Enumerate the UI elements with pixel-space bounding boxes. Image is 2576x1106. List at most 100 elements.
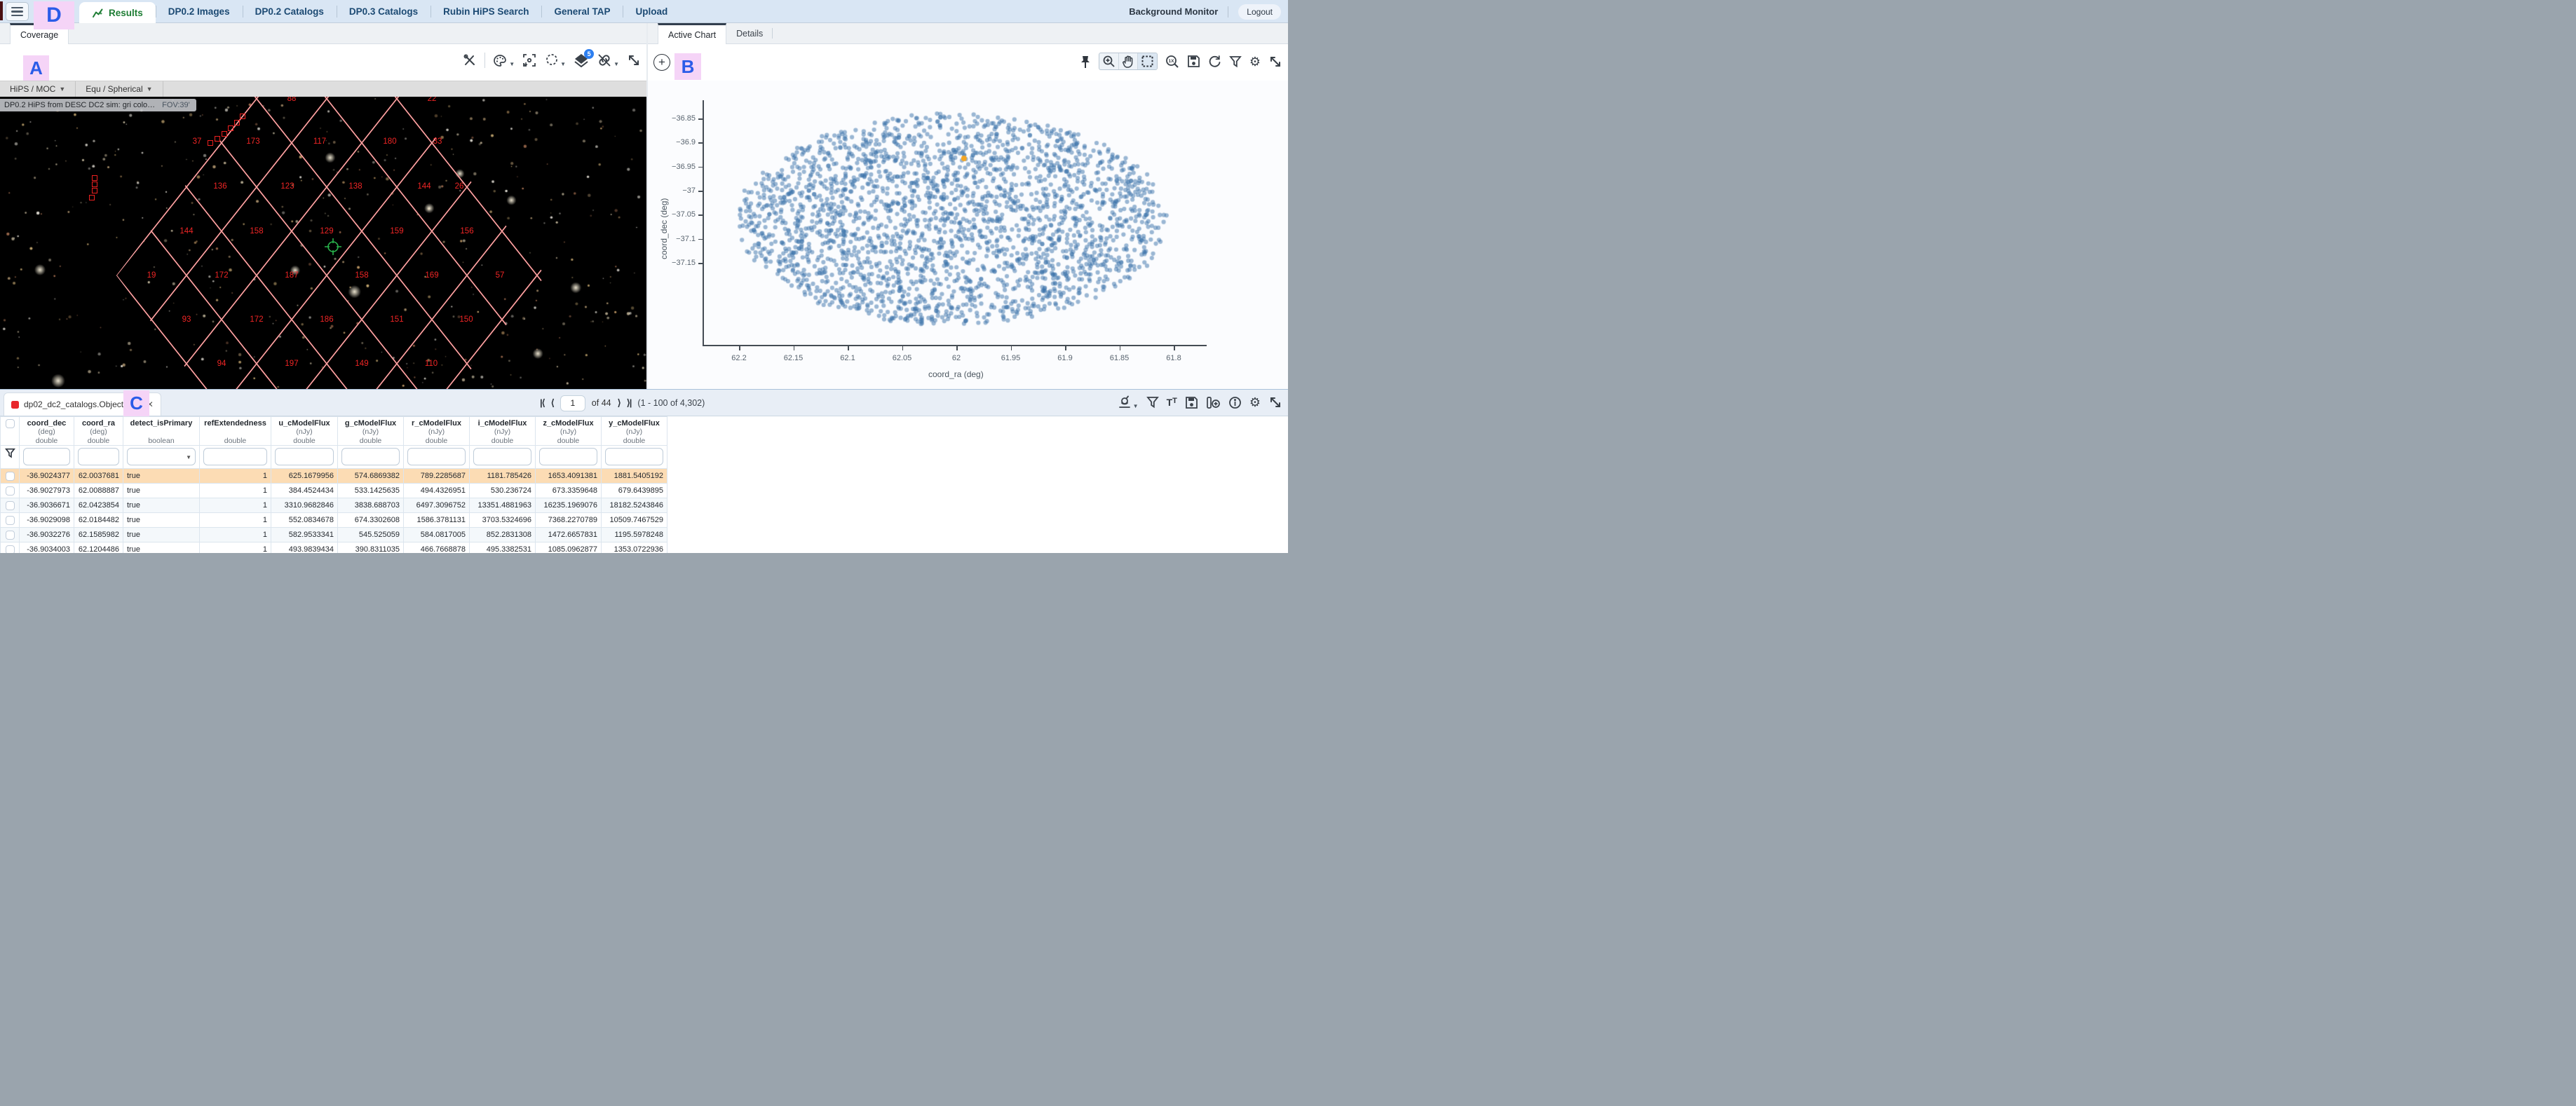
x-tick-label: 61.95 [1001, 354, 1021, 362]
row-checkbox[interactable] [6, 531, 15, 540]
save-icon[interactable] [1185, 396, 1198, 409]
filter-input-z_cModelFlux[interactable] [539, 448, 597, 465]
cell-coord_ra: 62.1204486 [74, 542, 123, 554]
column-header-coord_dec[interactable]: coord_dec(deg)double [20, 417, 74, 446]
pin-icon[interactable] [1080, 55, 1091, 69]
next-page-button[interactable]: ⟩ [618, 397, 621, 409]
nav-tab-upload[interactable]: Upload [623, 0, 680, 23]
nav-tab-dp0-2-images[interactable]: DP0.2 Images [156, 0, 243, 23]
nav-tab-label: General TAP [554, 6, 610, 17]
row-checkbox[interactable] [6, 472, 15, 481]
nav-tab-general-tap[interactable]: General TAP [541, 0, 623, 23]
gear-icon[interactable]: ⚙ [1249, 55, 1261, 68]
cell-u_cModelFlux: 3310.9682846 [271, 498, 338, 513]
filter-input-detect_isPrimary[interactable]: ▼ [127, 448, 196, 465]
column-header-u_cModelFlux[interactable]: u_cModelFlux(nJy)double [271, 417, 338, 446]
filter-toggle-cell[interactable] [1, 446, 20, 469]
row-checkbox[interactable] [6, 501, 15, 510]
nav-tab-dp0-3-catalogs[interactable]: DP0.3 Catalogs [337, 0, 431, 23]
row-checkbox[interactable] [6, 545, 15, 554]
filter-cell-g_cModelFlux [338, 446, 404, 469]
table-row[interactable]: -36.902437762.0037681true1625.1679956574… [1, 469, 667, 484]
last-page-button[interactable]: ⟩| [627, 397, 632, 409]
column-header-refExtendedness[interactable]: refExtendedness double [200, 417, 271, 446]
column-header-detect_isPrimary[interactable]: detect_isPrimary boolean [123, 417, 200, 446]
add-chart-button[interactable]: + [653, 54, 670, 71]
nav-tab-dp0-2-catalogs[interactable]: DP0.2 Catalogs [243, 0, 337, 23]
nav-tab-results[interactable]: Results [79, 2, 156, 23]
column-header-z_cModelFlux[interactable]: z_cModelFlux(nJy)double [536, 417, 602, 446]
nav-tab-rubin-hips-search[interactable]: Rubin HiPS Search [431, 0, 541, 23]
table-row[interactable]: -36.903667162.0423854true13310.968284638… [1, 498, 667, 513]
prev-page-button[interactable]: ⟨ [551, 397, 554, 409]
column-header-g_cModelFlux[interactable]: g_cModelFlux(nJy)double [338, 417, 404, 446]
moc-tile-number: 158 [355, 271, 368, 280]
inspect-icon[interactable]: ▼ [1118, 395, 1139, 409]
results-chart-icon [92, 8, 104, 18]
add-column-icon[interactable] [1206, 396, 1221, 409]
cell-u_cModelFlux: 552.0834678 [271, 513, 338, 528]
table-row[interactable]: -36.902909862.0184482true1552.0834678674… [1, 513, 667, 528]
column-header-i_cModelFlux[interactable]: i_cModelFlux(nJy)double [470, 417, 536, 446]
column-header-y_cModelFlux[interactable]: y_cModelFlux(nJy)double [602, 417, 667, 446]
page-number-input[interactable] [560, 395, 585, 411]
filter-cell-i_cModelFlux [470, 446, 536, 469]
moc-tile-number: 180 [383, 137, 396, 146]
tab-active-chart[interactable]: Active Chart [658, 23, 726, 44]
filter-input-coord_dec[interactable] [23, 448, 70, 465]
edge-stripe [0, 1, 3, 20]
filter-input-u_cModelFlux[interactable] [275, 448, 334, 465]
moc-tile-number: 19 [147, 271, 156, 280]
table-row[interactable]: -36.903227662.1585982true1582.9533341545… [1, 528, 667, 542]
expand-icon[interactable] [1268, 55, 1282, 69]
expand-icon[interactable] [1268, 395, 1282, 409]
projection-dropdown[interactable]: Equ / Spherical▼ [75, 81, 163, 97]
row-checkbox[interactable] [6, 516, 15, 525]
filter-input-g_cModelFlux[interactable] [341, 448, 400, 465]
filter-icon[interactable] [1229, 55, 1242, 68]
filter-input-y_cModelFlux[interactable] [605, 448, 663, 465]
column-header-coord_ra[interactable]: coord_ra(deg)double [74, 417, 123, 446]
layers-icon[interactable]: 5 [574, 53, 589, 67]
select-all-cell[interactable] [1, 417, 20, 446]
save-icon[interactable] [1187, 55, 1200, 68]
unlink-icon[interactable]: ▼ [597, 53, 619, 67]
background-monitor-button[interactable]: Background Monitor [1129, 6, 1218, 17]
filter-icon[interactable] [1146, 396, 1159, 409]
filter-input-refExtendedness[interactable] [203, 448, 267, 465]
expand-icon[interactable] [627, 53, 641, 67]
row-checkbox[interactable] [6, 486, 15, 496]
tab-details[interactable]: Details [726, 23, 773, 43]
chevron-down-icon: ▼ [59, 86, 65, 93]
x-tick [956, 346, 958, 350]
scatter-chart[interactable]: 62.262.1562.162.056261.9561.961.8561.8 −… [648, 81, 1288, 389]
gear-icon[interactable]: ⚙ [1249, 396, 1261, 409]
pan-hand-icon[interactable] [1118, 53, 1137, 69]
hamburger-menu-button[interactable] [6, 2, 29, 21]
moc-tile-number: 150 [459, 315, 473, 324]
select-all-checkbox[interactable] [6, 419, 15, 428]
box-select-icon[interactable] [1137, 53, 1157, 69]
table-row[interactable]: -36.902797362.0088887true1384.4524434533… [1, 484, 667, 498]
filter-input-coord_ra[interactable] [78, 448, 119, 465]
cell-coord_dec: -36.9032276 [20, 528, 74, 542]
palette-icon[interactable]: ▼ [493, 54, 515, 67]
column-header-r_cModelFlux[interactable]: r_cModelFlux(nJy)double [404, 417, 470, 446]
tools-icon[interactable] [463, 53, 477, 67]
hips-moc-dropdown[interactable]: HiPS / MOC▼ [0, 81, 75, 97]
zoom-in-icon[interactable] [1099, 53, 1118, 69]
zoom-1x-icon[interactable]: 1X [1165, 55, 1179, 69]
filter-input-r_cModelFlux[interactable] [407, 448, 466, 465]
text-view-icon[interactable]: TT [1167, 397, 1177, 408]
recenter-icon[interactable] [522, 53, 536, 67]
coverage-sky-image[interactable]: 8822371731171803313612313814426144158129… [0, 97, 646, 389]
filter-input-i_cModelFlux[interactable] [473, 448, 531, 465]
table-row[interactable]: -36.903400362.1204486true1493.9839434390… [1, 542, 667, 554]
cell-coord_ra: 62.0037681 [74, 469, 123, 484]
logout-button[interactable]: Logout [1238, 4, 1281, 20]
lasso-select-icon[interactable]: ▼ [544, 53, 566, 67]
restore-icon[interactable] [1208, 55, 1221, 68]
first-page-button[interactable]: |⟨ [540, 397, 545, 409]
y-tick-label: −36.95 [663, 163, 696, 171]
info-icon[interactable] [1228, 396, 1242, 409]
